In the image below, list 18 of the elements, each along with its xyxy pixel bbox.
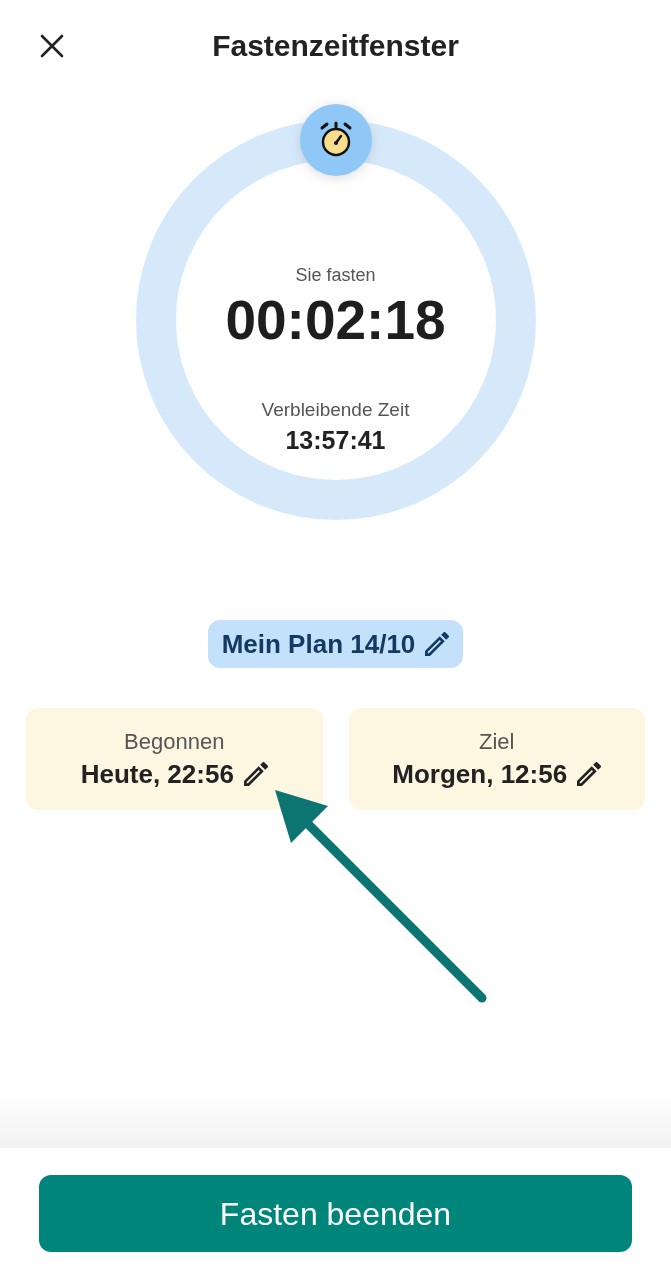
end-fasting-button[interactable]: Fasten beenden — [39, 1175, 632, 1252]
time-card-label: Begonnen — [124, 728, 225, 756]
close-icon — [40, 34, 64, 58]
remaining-time: 13:57:41 — [285, 425, 386, 455]
pencil-icon — [243, 762, 268, 786]
pencil-icon — [425, 632, 450, 656]
plan-chip[interactable]: Mein Plan 14/10 — [207, 620, 464, 668]
time-card[interactable]: Ziel Morgen, 12:56 — [348, 708, 645, 810]
time-card-value: Heute, 22:56 — [80, 758, 234, 790]
page-title: Fastenzeitfenster — [212, 28, 459, 64]
time-card-value: Morgen, 12:56 — [392, 758, 568, 790]
elapsed-time: 00:02:18 — [225, 290, 446, 350]
status-label: Sie fasten — [295, 264, 376, 287]
alarm-clock-icon — [299, 104, 372, 176]
time-card[interactable]: Begonnen Heute, 22:56 — [26, 708, 323, 810]
time-card-label: Ziel — [479, 728, 515, 756]
pencil-icon — [577, 762, 602, 786]
remaining-label: Verbleibende Zeit — [261, 398, 410, 422]
